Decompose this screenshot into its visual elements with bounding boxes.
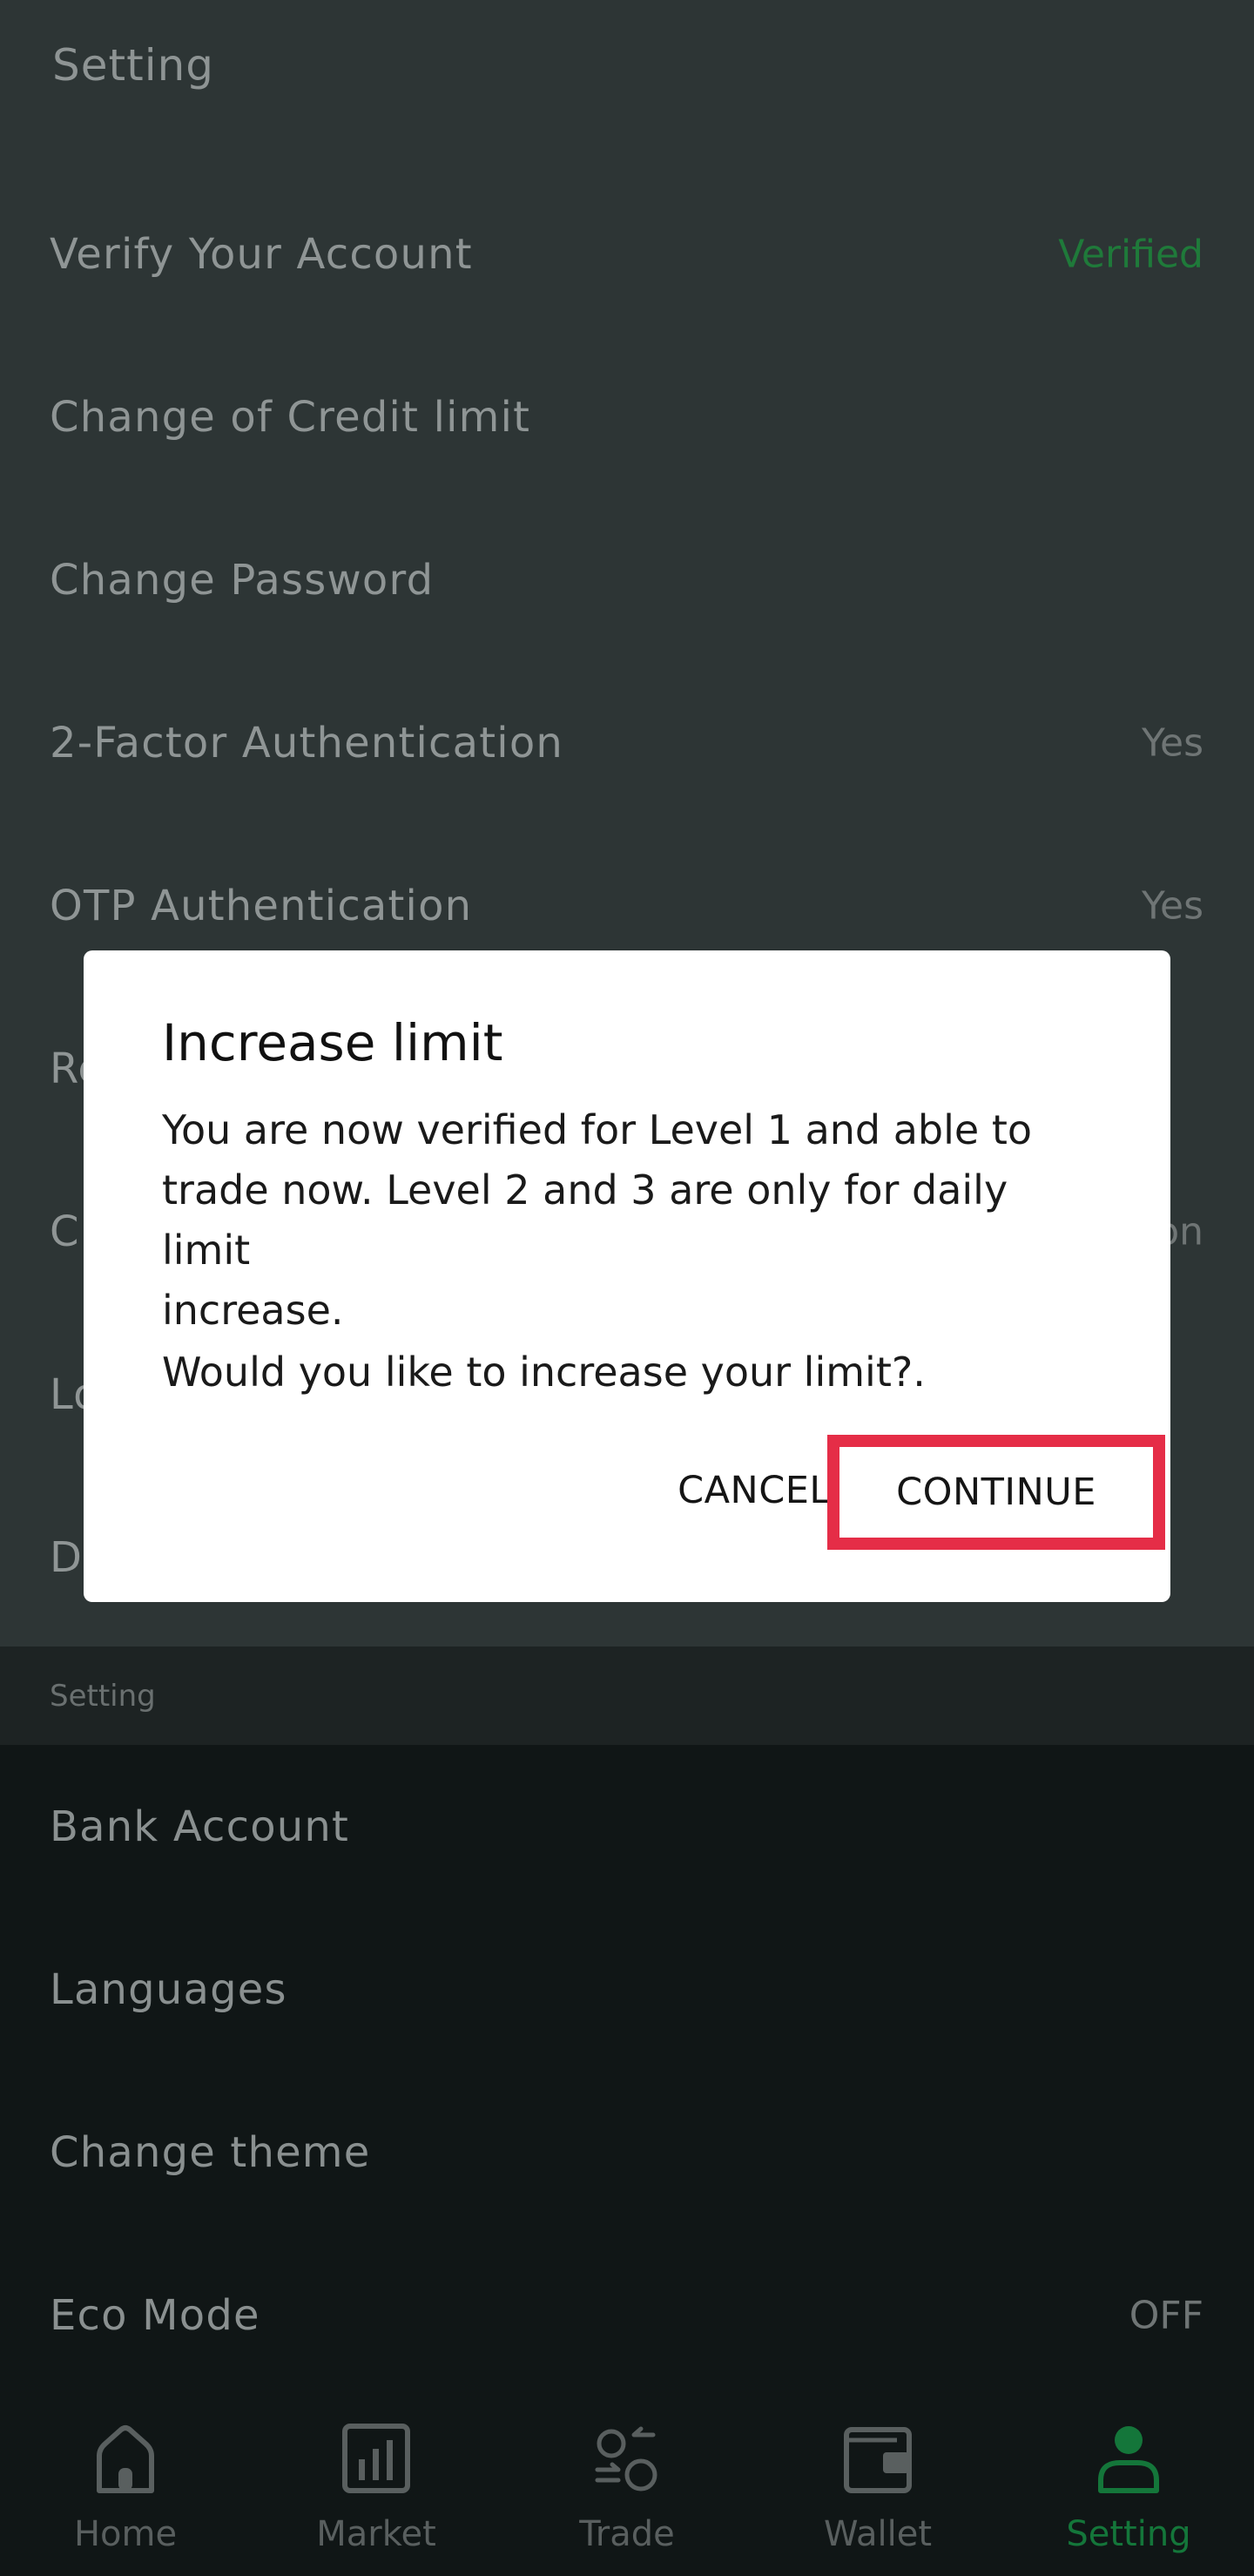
tab-label: Wallet [823, 2514, 933, 2554]
row-label: Eco Mode [50, 2290, 260, 2340]
row-label: Bank Account [50, 1802, 350, 1851]
market-icon [342, 2424, 410, 2493]
tab-label: Setting [1066, 2514, 1191, 2554]
row-label: Change Password [50, 555, 435, 605]
row-label: Change of Credit limit [50, 392, 531, 442]
dialog-message: You are now verified for Level 1 and abl… [162, 1100, 1094, 1341]
bottom-tab-bar: Home Market Trade Wallet Setting [0, 2390, 1254, 2576]
home-icon [97, 2425, 154, 2493]
trade-icon [595, 2426, 657, 2491]
2fa-status: Yes [1141, 720, 1203, 765]
settings-row-change-theme[interactable]: Change theme [0, 2071, 1254, 2234]
eco-mode-status: OFF [1129, 2293, 1203, 2337]
row-label: Change theme [50, 2127, 371, 2177]
settings-list-bottom: Bank Account Languages Change theme Eco … [0, 1745, 1254, 2390]
section-header: Setting [0, 1646, 1254, 1745]
row-label: Languages [50, 1964, 287, 2014]
tab-home[interactable]: Home [0, 2390, 251, 2576]
row-label: 2-Factor Authentication [50, 718, 564, 767]
dialog-message-line: trade now. Level 2 and 3 are only for da… [162, 1166, 1008, 1274]
dialog-message-line: You are now verified for Level 1 and abl… [162, 1106, 1033, 1153]
section-title: Setting [50, 1678, 156, 1714]
verified-status: Verified [1058, 232, 1203, 276]
settings-row-credit-limit[interactable]: Change of Credit limit [0, 335, 1254, 498]
header: Setting [0, 0, 1254, 157]
tab-trade[interactable]: Trade [502, 2390, 752, 2576]
continue-button[interactable]: CONTINUE [827, 1435, 1165, 1550]
dialog-message-line: increase. [162, 1287, 344, 1334]
settings-row-change-password[interactable]: Change Password [0, 498, 1254, 661]
row-label: OTP Authentication [50, 881, 473, 930]
tab-wallet[interactable]: Wallet [752, 2390, 1003, 2576]
settings-row-2fa[interactable]: 2-Factor Authentication Yes [0, 661, 1254, 824]
row-label: Verify Your Account [50, 229, 473, 279]
tab-label: Market [316, 2514, 436, 2554]
tab-setting[interactable]: Setting [1003, 2390, 1254, 2576]
person-icon [1098, 2426, 1159, 2493]
settings-row-languages[interactable]: Languages [0, 1908, 1254, 2071]
wallet-icon [844, 2427, 912, 2493]
dialog-question: Would you like to increase your limit?. [162, 1349, 926, 1396]
dialog-title: Increase limit [162, 1013, 503, 1072]
settings-row-verify-account[interactable]: Verify Your Account Verified [0, 172, 1254, 335]
settings-row-eco-mode[interactable]: Eco Mode OFF [0, 2234, 1254, 2397]
page-title: Setting [52, 40, 215, 91]
increase-limit-dialog: Increase limit You are now verified for … [84, 950, 1170, 1602]
otp-status: Yes [1141, 883, 1203, 928]
settings-row-bank-account[interactable]: Bank Account [0, 1745, 1254, 1908]
tab-label: Trade [579, 2514, 675, 2554]
tab-label: Home [73, 2514, 178, 2554]
tab-market[interactable]: Market [251, 2390, 502, 2576]
